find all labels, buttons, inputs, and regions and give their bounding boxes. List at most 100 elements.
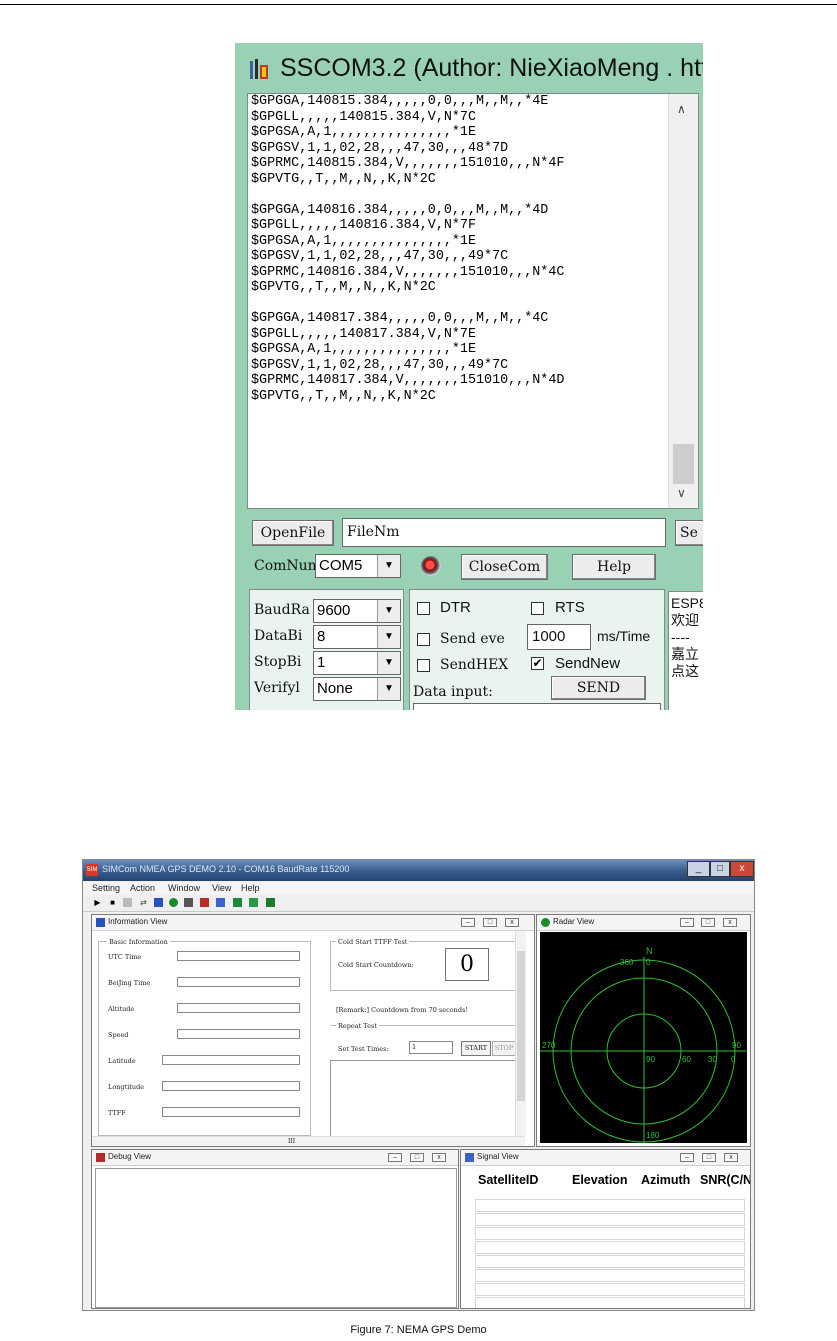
stop-icon[interactable]: ■ bbox=[108, 898, 117, 907]
chevron-down-icon[interactable]: ▼ bbox=[377, 555, 400, 577]
interval-input[interactable]: 1000 bbox=[527, 624, 591, 650]
minimize-icon[interactable]: – bbox=[680, 918, 694, 927]
info-vscroll-thumb[interactable] bbox=[517, 951, 525, 1101]
minimize-icon[interactable]: – bbox=[680, 1153, 694, 1162]
radar-ring-30-label: 30 bbox=[708, 1055, 717, 1064]
send-new-checkbox[interactable]: ✔ bbox=[531, 657, 544, 670]
stop-button[interactable]: STOP bbox=[492, 1041, 516, 1056]
play-icon[interactable]: ▶ bbox=[93, 898, 102, 907]
file-name-input[interactable]: FileNm bbox=[342, 518, 666, 547]
receive-scrollbar[interactable]: ∧ ∨ bbox=[668, 94, 698, 508]
menu-action[interactable]: Action bbox=[130, 883, 155, 893]
com-port-select[interactable]: COM5 ▼ bbox=[315, 554, 401, 578]
scroll-thumb[interactable] bbox=[673, 444, 694, 484]
start-button[interactable]: START bbox=[461, 1041, 491, 1056]
field-value-box[interactable] bbox=[177, 977, 300, 987]
minimize-icon[interactable]: – bbox=[461, 918, 475, 927]
baud-select[interactable]: 9600 ▼ bbox=[313, 599, 401, 623]
minimize-icon[interactable]: – bbox=[388, 1153, 402, 1162]
signal-icon[interactable] bbox=[216, 898, 225, 907]
settings-icon[interactable] bbox=[123, 898, 132, 907]
cascade-icon[interactable] bbox=[249, 898, 258, 907]
info-view-icon[interactable] bbox=[154, 898, 163, 907]
remark-text: [Remark:] Countdown from 70 seconds! bbox=[336, 1006, 468, 1014]
table-row[interactable] bbox=[475, 1241, 745, 1254]
set-test-times-input[interactable]: 1 bbox=[409, 1041, 453, 1054]
test-result-area[interactable] bbox=[330, 1060, 516, 1138]
restore-icon[interactable]: □ bbox=[701, 918, 715, 927]
menu-window[interactable]: Window bbox=[168, 883, 200, 893]
menu-help[interactable]: Help bbox=[241, 883, 260, 893]
chevron-down-icon[interactable]: ▼ bbox=[377, 678, 400, 700]
table-row[interactable] bbox=[475, 1269, 745, 1282]
field-label: Speed bbox=[108, 1031, 129, 1039]
radar-n-label: N bbox=[646, 946, 653, 956]
maximize-button[interactable]: □ bbox=[710, 861, 730, 877]
table-row[interactable] bbox=[475, 1283, 745, 1296]
restore-icon[interactable]: □ bbox=[410, 1153, 424, 1162]
minimize-button[interactable]: _ bbox=[687, 861, 710, 877]
receive-area[interactable]: $GPGGA,140815.384,,,,,0,0,,,M,,M,,*4E $GP… bbox=[247, 93, 699, 509]
grid-icon[interactable] bbox=[184, 898, 193, 907]
chevron-down-icon[interactable]: ▼ bbox=[377, 652, 400, 674]
radar-180-label: 180 bbox=[646, 1131, 660, 1140]
field-value-box[interactable] bbox=[162, 1107, 300, 1117]
help-button[interactable]: Help bbox=[572, 554, 656, 580]
data-bits-select[interactable]: 8 ▼ bbox=[313, 625, 401, 649]
nmea-line: $GPGGA,140817.384,,,,,0,0,,,M,,M,,*4C bbox=[251, 311, 549, 326]
verify-select[interactable]: None ▼ bbox=[313, 677, 401, 701]
info-vscroll[interactable] bbox=[515, 931, 526, 1136]
data-input-field[interactable] bbox=[413, 703, 661, 710]
chevron-down-icon[interactable]: ▼ bbox=[377, 626, 400, 648]
info-hscroll[interactable]: III bbox=[92, 1136, 525, 1146]
nmea-line: $GPGSA,A,1,,,,,,,,,,,,,,,*1E bbox=[251, 233, 476, 249]
menu-setting[interactable]: Setting bbox=[92, 883, 120, 893]
scroll-up-icon[interactable]: ∧ bbox=[677, 102, 686, 116]
close-button[interactable]: x bbox=[730, 861, 754, 877]
field-value-box[interactable] bbox=[162, 1055, 300, 1065]
field-value-box[interactable] bbox=[177, 1029, 300, 1039]
close-icon[interactable]: x bbox=[723, 918, 737, 927]
info-text-line: ESP8 bbox=[671, 595, 703, 611]
chevron-down-icon[interactable]: ▼ bbox=[377, 600, 400, 622]
restore-icon[interactable]: □ bbox=[702, 1153, 716, 1162]
send-hex-checkbox[interactable] bbox=[417, 659, 430, 672]
field-value-box[interactable] bbox=[162, 1081, 300, 1091]
send-every-checkbox[interactable] bbox=[417, 633, 430, 646]
close-icon[interactable]: x bbox=[432, 1153, 446, 1162]
send-hex-label: SendHEX bbox=[440, 657, 509, 673]
debug-output[interactable] bbox=[95, 1168, 457, 1308]
table-row[interactable] bbox=[475, 1199, 745, 1212]
table-row[interactable] bbox=[475, 1227, 745, 1240]
debug-icon[interactable] bbox=[200, 898, 209, 907]
nmea-line: $GPGLL,,,,,140815.384,V,N*7C bbox=[251, 109, 476, 125]
field-label: BeiJing Time bbox=[108, 979, 151, 987]
field-value-box[interactable] bbox=[177, 1003, 300, 1013]
dtr-checkbox[interactable] bbox=[417, 602, 430, 615]
close-com-button[interactable]: CloseCom bbox=[461, 554, 548, 580]
radar-icon[interactable] bbox=[169, 898, 178, 907]
radar-plot: N 360 0 270 90 90 60 30 0 180 bbox=[540, 946, 747, 1143]
information-view-title: Information View bbox=[108, 917, 168, 926]
field-value-box[interactable] bbox=[177, 951, 300, 961]
menu-view[interactable]: View bbox=[212, 883, 231, 893]
rts-checkbox[interactable] bbox=[531, 602, 544, 615]
table-row[interactable] bbox=[475, 1213, 745, 1226]
open-file-button[interactable]: OpenFile bbox=[252, 520, 334, 546]
send-button[interactable]: SEND bbox=[551, 676, 646, 700]
scroll-down-icon[interactable]: ∨ bbox=[677, 486, 686, 500]
restore-icon[interactable]: □ bbox=[483, 918, 497, 927]
basic-info-label: Basic Information bbox=[107, 938, 170, 946]
send-file-button[interactable]: Se bbox=[675, 520, 703, 546]
table-row[interactable] bbox=[475, 1297, 745, 1308]
table-row[interactable] bbox=[475, 1255, 745, 1268]
countdown-label: Cold Start Countdown: bbox=[338, 961, 414, 969]
close-icon[interactable]: x bbox=[724, 1153, 738, 1162]
stop-bits-select[interactable]: 1 ▼ bbox=[313, 651, 401, 675]
refresh-icon[interactable]: ⇄ bbox=[139, 898, 148, 907]
close-icon[interactable]: x bbox=[505, 918, 519, 927]
arrange-icon[interactable] bbox=[266, 898, 275, 907]
tile-icon[interactable] bbox=[233, 898, 242, 907]
hscroll-grip[interactable]: III bbox=[288, 1138, 295, 1145]
cold-start-label: Cold Start TTFF Test bbox=[336, 938, 410, 946]
